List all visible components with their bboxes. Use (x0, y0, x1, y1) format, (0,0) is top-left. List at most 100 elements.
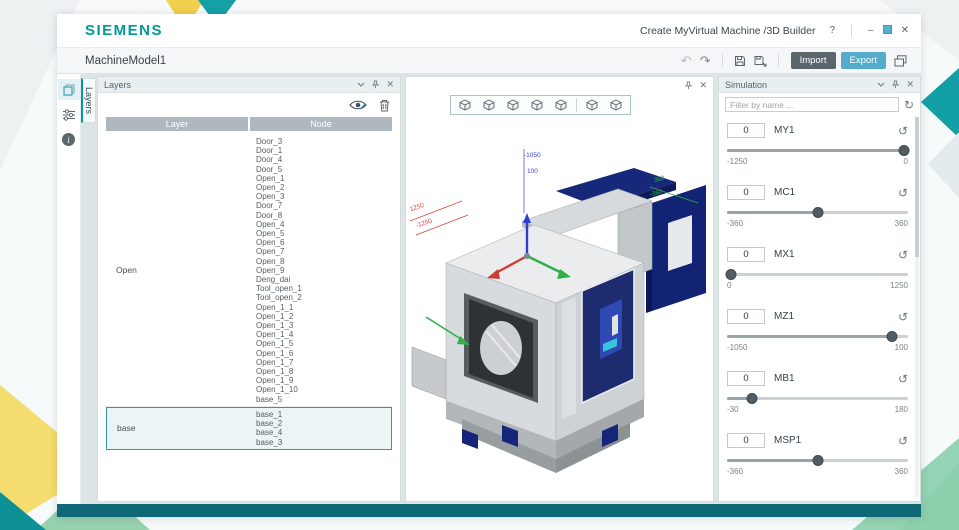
model-name-tab[interactable]: MachineModel1 (85, 55, 166, 67)
axis-slider[interactable] (727, 330, 908, 342)
node-item[interactable]: Open_1_5 (256, 339, 390, 348)
node-item[interactable]: base_3 (256, 438, 389, 447)
node-item[interactable]: Open_1_2 (256, 312, 390, 321)
axis-reset-button[interactable]: ↺ (898, 125, 908, 137)
layer-name[interactable]: base (107, 408, 252, 449)
node-item[interactable]: Tool_open_1 (256, 284, 390, 293)
layers-tool-button[interactable] (57, 79, 80, 100)
slider-knob[interactable] (812, 207, 823, 218)
pin-button[interactable] (371, 80, 380, 89)
view-cube-button[interactable] (526, 97, 548, 113)
axis-value-input[interactable] (727, 185, 765, 200)
node-item[interactable]: Open_1_6 (256, 349, 390, 358)
refresh-button[interactable]: ↻ (904, 99, 914, 111)
node-item[interactable]: Door_4 (256, 155, 390, 164)
close-button[interactable]: ✕ (901, 25, 909, 36)
collapse-button[interactable] (357, 82, 365, 87)
node-item[interactable]: Door_5 (256, 165, 390, 174)
scrollbar-thumb[interactable] (915, 117, 919, 257)
layer-row[interactable]: base base_1 base_2 base_4 base_3 (106, 406, 392, 450)
node-item[interactable]: Open_1 (256, 174, 390, 183)
node-item[interactable]: Open_3 (256, 192, 390, 201)
node-item[interactable]: Open_9 (256, 266, 390, 275)
axis-value-input[interactable] (727, 247, 765, 262)
axis-reset-button[interactable]: ↺ (898, 187, 908, 199)
node-item[interactable]: base_2 (256, 419, 389, 428)
node-item[interactable]: Tool_open_2 (256, 293, 390, 302)
axis-value-input[interactable] (727, 309, 765, 324)
node-item[interactable]: Deng_dai (256, 275, 390, 284)
layer-name[interactable]: Open (106, 135, 252, 406)
save-as-button[interactable] (754, 55, 767, 67)
node-item[interactable]: Open_1_3 (256, 321, 390, 330)
axis-reset-button[interactable]: ↺ (898, 311, 908, 323)
slider-track[interactable] (727, 273, 908, 276)
delete-layer-button[interactable] (379, 99, 390, 112)
view-cube-button[interactable] (502, 97, 524, 113)
undo-button[interactable]: ↶ (681, 54, 692, 67)
axis-reset-button[interactable]: ↺ (898, 435, 908, 447)
axis-slider[interactable] (727, 144, 910, 156)
node-item[interactable]: Open_1_4 (256, 330, 390, 339)
filter-input[interactable] (725, 97, 899, 112)
slider-knob[interactable] (725, 269, 737, 280)
node-item[interactable]: Door_1 (256, 146, 390, 155)
viewport-pin-button[interactable] (684, 81, 693, 90)
info-tool-button[interactable]: i (58, 129, 80, 150)
simulation-scrollbar[interactable] (915, 117, 919, 497)
column-header-layer[interactable]: Layer (106, 117, 248, 131)
node-item[interactable]: Open_6 (256, 238, 390, 247)
node-item[interactable]: Open_1_8 (256, 367, 390, 376)
help-button[interactable]: ? (829, 25, 835, 36)
redo-button[interactable]: ↷ (700, 54, 711, 67)
node-item[interactable]: base_5 (256, 395, 390, 404)
edit-visibility-button[interactable] (349, 99, 367, 111)
axis-reset-button[interactable]: ↺ (898, 249, 908, 261)
close-panel-button[interactable]: ✕ (386, 80, 394, 89)
node-item[interactable]: Door_3 (256, 137, 390, 146)
settings-tool-button[interactable] (58, 104, 80, 125)
view-cube-button[interactable] (550, 97, 572, 113)
sidebar-tab-layers[interactable]: Layers (81, 78, 96, 124)
import-button[interactable]: Import (790, 52, 836, 69)
axis-value-input[interactable] (727, 433, 765, 448)
column-header-node[interactable]: Node (250, 117, 392, 131)
slider-knob[interactable] (886, 331, 898, 342)
slider-knob[interactable] (746, 393, 758, 404)
view-cube-button[interactable] (605, 97, 627, 113)
view-cube-button[interactable] (581, 97, 603, 113)
export-button[interactable]: Export (840, 52, 886, 69)
layer-row[interactable]: Open Door_3 Door_1 Door_4 Door_5 Open_1 Open_2… (106, 135, 392, 407)
axis-reset-button[interactable]: ↺ (898, 373, 908, 385)
node-item[interactable]: Open_2 (256, 183, 390, 192)
minimize-button[interactable]: ‒ (868, 25, 874, 36)
slider-knob[interactable] (898, 145, 910, 156)
node-item[interactable]: Open_8 (256, 257, 390, 266)
node-item[interactable]: Open_5 (256, 229, 390, 238)
node-item[interactable]: Open_1_1 (256, 303, 390, 312)
node-item[interactable]: Door_7 (256, 201, 390, 210)
node-item[interactable]: Open_1_7 (256, 358, 390, 367)
axis-slider[interactable] (727, 206, 908, 218)
node-item[interactable]: Open_1_9 (256, 376, 390, 385)
pin-button[interactable] (891, 80, 900, 89)
save-button[interactable] (734, 55, 746, 67)
view-cube-button[interactable] (478, 97, 500, 113)
viewport-close-button[interactable]: ✕ (699, 81, 707, 90)
collapse-button[interactable] (877, 82, 885, 87)
node-item[interactable]: base_1 (256, 410, 389, 419)
axis-slider[interactable] (727, 454, 908, 466)
multi-window-button[interactable] (894, 54, 907, 67)
viewport-panel[interactable]: ✕ 1250 -1250 -1050 100 360 -360 (405, 76, 714, 502)
axis-slider[interactable] (725, 268, 908, 280)
view-cube-button[interactable] (454, 97, 476, 113)
node-item[interactable]: Open_7 (256, 247, 390, 256)
axis-value-input[interactable] (727, 371, 765, 386)
axis-slider[interactable] (727, 392, 908, 404)
machine-3d-model[interactable] (406, 141, 714, 501)
node-item[interactable]: Door_8 (256, 211, 390, 220)
node-item[interactable]: Open_1_10 (256, 385, 390, 394)
slider-knob[interactable] (812, 455, 823, 466)
node-item[interactable]: Open_4 (256, 220, 390, 229)
maximize-button[interactable] (882, 24, 892, 37)
